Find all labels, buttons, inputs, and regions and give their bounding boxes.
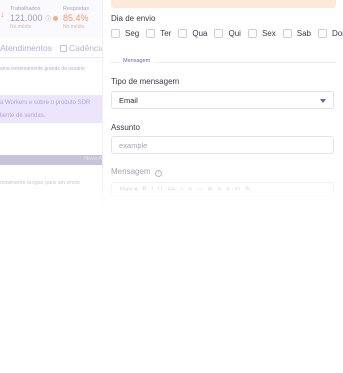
assunto-label: Assunto (111, 123, 140, 132)
checkbox-icon[interactable] (317, 29, 327, 38)
day-checkbox-qua[interactable]: Qua (178, 29, 207, 38)
assunto-input[interactable]: example (111, 136, 334, 154)
stat-respostas: Respostas 85.4% No médio (63, 6, 89, 30)
info-banner: a Workers e sobre o produto SDR liente d… (0, 95, 106, 123)
stat-sub: No médio (10, 24, 32, 30)
description-note: ama extremamente grande de usuário (0, 66, 85, 72)
stat-sub: No médio (63, 24, 85, 30)
calendar-icon (60, 45, 67, 52)
checkbox-icon[interactable] (178, 29, 188, 38)
day-checkbox-seg[interactable]: Seg (111, 29, 139, 38)
stat-value: 85.4% (63, 13, 89, 23)
trend-arrow-icon: ↓ (0, 9, 5, 19)
checkbox-icon[interactable] (282, 29, 292, 38)
checkbox-icon[interactable] (214, 29, 224, 38)
hint-text: ostamente longas para um envio (0, 180, 80, 186)
checkbox-icon[interactable] (111, 29, 120, 38)
stat-trabalhados: Trabalhados 121.000 ⓘ No médio (10, 6, 59, 30)
day-checkboxes: Seg Ter Qua Qui Sex Sab Dom (111, 29, 343, 38)
new-button[interactable]: Nova A (84, 156, 102, 162)
stats-panel: ↓ Trabalhados 121.000 ⓘ No médio Respost… (0, 0, 106, 38)
stat-label: Respostas (63, 6, 89, 12)
stat-label: Trabalhados (10, 6, 41, 12)
background-page: ↓ Trabalhados 121.000 ⓘ No médio Respost… (0, 0, 106, 373)
status-dot-icon (53, 16, 59, 22)
chevron-down-icon (320, 99, 326, 103)
day-checkbox-dom[interactable]: Dom (317, 29, 343, 38)
fade-overlay (102, 190, 343, 373)
checkbox-icon[interactable] (247, 29, 257, 38)
info-icon: i (154, 170, 162, 177)
tipo-label: Tipo de mensagem (111, 77, 180, 86)
assunto-placeholder: example (119, 141, 148, 150)
mensagem-label: Mensagem i (111, 167, 162, 177)
tipo-select[interactable]: Email (111, 91, 334, 109)
banner-line: liente de vendas. (0, 113, 46, 119)
action-bar: Nova A (0, 155, 106, 165)
dias-label: Dia de envio (111, 14, 156, 23)
tab-cadencia[interactable]: Cadência (60, 43, 105, 53)
tab-atendimentos[interactable]: Atendimentos (0, 43, 52, 53)
day-checkbox-sab[interactable]: Sab (282, 29, 311, 38)
day-checkbox-qui[interactable]: Qui (214, 29, 241, 38)
alert-strip (111, 0, 336, 8)
section-divider-label: Mensagem (119, 58, 155, 64)
day-checkbox-ter[interactable]: Ter (146, 29, 171, 38)
checkbox-icon[interactable] (146, 29, 156, 38)
day-checkbox-sex[interactable]: Sex (247, 29, 276, 38)
tab-bar: Atendimentos Cadência (0, 40, 106, 58)
stat-value: 121.000 ⓘ (10, 13, 59, 23)
tipo-select-value: Email (119, 96, 138, 105)
banner-line: a Workers e sobre o produto SDR (0, 100, 91, 106)
info-icon: ⓘ (45, 17, 52, 23)
